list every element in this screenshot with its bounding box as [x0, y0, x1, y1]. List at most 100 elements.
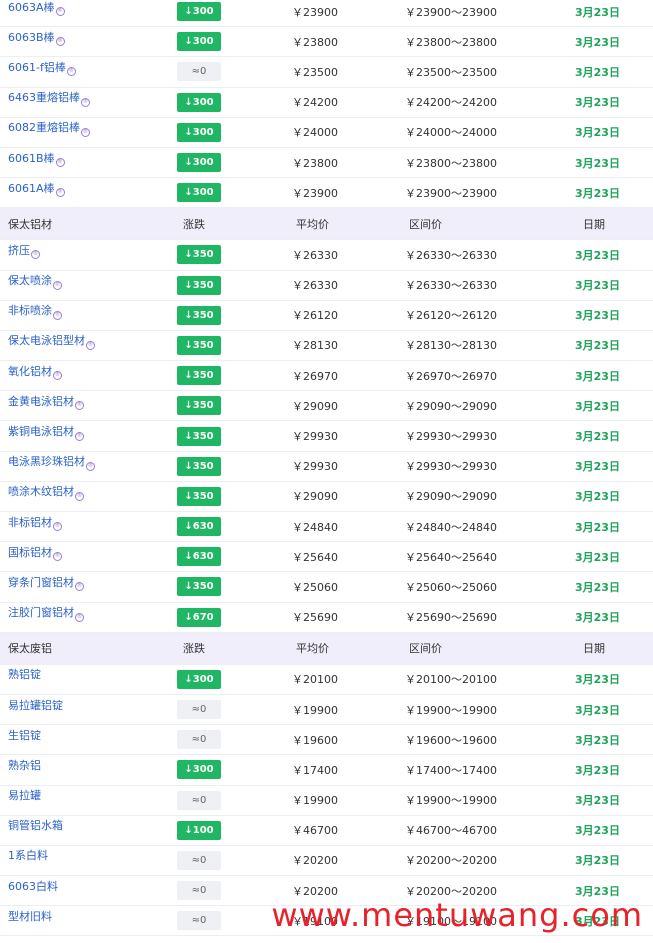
product-name-link[interactable]: 保太电泳铝型材 — [8, 332, 85, 348]
table-row[interactable]: 6463重熔铝棒 ® ↓300 ￥24200 ￥24200～24200 3月23日 — [0, 88, 653, 118]
table-row[interactable]: 紫铜电泳铝材 ® ↓350 ￥29930 ￥29930～29930 3月23日 — [0, 421, 653, 452]
price-range: ￥23900～23900 — [405, 186, 497, 200]
table-row[interactable]: 6061B棒 ® ↓300 ￥23800 ￥23800～23800 3月23日 — [0, 148, 653, 179]
product-name-link[interactable]: 易拉罐铝锭 — [8, 697, 63, 713]
registered-mark-icon: ® — [75, 582, 84, 592]
product-name-link[interactable]: 紫铜电泳铝材 — [8, 423, 74, 439]
table-row[interactable]: 6063A棒 ® ↓300 ￥23900 ￥23900～23900 3月23日 — [0, 0, 653, 28]
table-row[interactable]: 金黄电泳铝材 ® ↓350 ￥29090 ￥29090～29090 3月23日 — [0, 391, 653, 422]
product-name-link[interactable]: 铜管铝水箱 — [8, 817, 63, 833]
average-price: ￥46700 — [292, 824, 338, 838]
product-name-link[interactable]: 金黄电泳铝材 — [8, 393, 74, 409]
table-row[interactable]: 穿条门窗铝材 ® ↓350 ￥25060 ￥25060～25060 3月23日 — [0, 572, 653, 603]
change-column-header: 涨跌 — [183, 642, 205, 656]
product-name-link[interactable]: 易拉罐 — [8, 787, 41, 803]
table-row[interactable]: 熟铝锭 ↓300 ￥20100 ￥20100～20100 3月23日 — [0, 665, 653, 695]
product-name-link[interactable]: 穿条门窗铝材 — [8, 574, 74, 590]
table-row[interactable]: 注胶门窗铝材 ® ↓670 ￥25690 ￥25690～25690 3月23日 — [0, 603, 653, 633]
average-column-header: 平均价 — [296, 217, 329, 231]
product-name-link[interactable]: 6463重熔铝棒 — [8, 89, 80, 105]
change-flat-badge: ≈0 — [177, 790, 221, 810]
table-row[interactable]: 1系白料 ≈0 ￥20200 ￥20200～20200 3月23日 — [0, 846, 653, 877]
table-row[interactable]: 熟杂铝 ↓300 ￥17400 ￥17400～17400 3月23日 — [0, 755, 653, 786]
table-row[interactable]: 非标铝材 ® ↓630 ￥24840 ￥24840～24840 3月23日 — [0, 512, 653, 543]
change-down-badge: ↓350 — [177, 366, 221, 386]
change-down-badge: ↓300 — [177, 122, 221, 142]
product-name-cell: 熟杂铝 — [8, 755, 168, 784]
product-name-cell: 6063白料 — [8, 876, 168, 905]
table-row[interactable]: 6061A棒 ® ↓300 ￥23900 ￥23900～23900 3月23日 — [0, 178, 653, 209]
product-name-link[interactable]: 6061B棒 — [8, 150, 55, 166]
product-name-link[interactable]: 非标喷涂 — [8, 302, 52, 318]
registered-mark-icon: ® — [55, 7, 65, 17]
change-down-badge: ↓300 — [177, 153, 221, 173]
product-name-cell: 喷涂木纹铝材 ® — [8, 482, 168, 511]
table-row[interactable]: 保太电泳铝型材 ® ↓350 ￥28130 ￥28130～28130 3月23日 — [0, 331, 653, 362]
product-name-link[interactable]: 型材旧料 — [8, 908, 52, 924]
product-name-link[interactable]: 熟杂铝 — [8, 757, 41, 773]
product-name-link[interactable]: 生铝锭 — [8, 727, 41, 743]
product-name-cell: 非标铝材 ® — [8, 512, 168, 541]
average-price: ￥29930 — [292, 430, 338, 444]
product-name-link[interactable]: 6061-f铝棒 — [8, 59, 66, 75]
product-name-link[interactable]: 国标铝材 — [8, 544, 52, 560]
table-row[interactable]: 生铝锭 ≈0 ￥19600 ￥19600～19600 3月23日 — [0, 725, 653, 756]
table-row[interactable]: 保太喷涂 ® ↓350 ￥26330 ￥26330～26330 3月23日 — [0, 271, 653, 301]
product-name-link[interactable]: 挤压 — [8, 242, 30, 258]
product-name-cell: 金黄电泳铝材 ® — [8, 391, 168, 420]
change-cell: ↓350 — [176, 391, 222, 420]
product-name-link[interactable]: 喷涂木纹铝材 — [8, 483, 74, 499]
product-name-cell: 6061-f铝棒 ® — [8, 57, 168, 86]
registered-mark-icon: ® — [75, 491, 84, 501]
product-name-link[interactable]: 注胶门窗铝材 — [8, 604, 74, 620]
table-row[interactable]: 喷涂木纹铝材 ® ↓350 ￥29090 ￥29090～29090 3月23日 — [0, 482, 653, 512]
price-range: ￥24200～24200 — [405, 96, 497, 110]
average-price: ￥29930 — [292, 460, 338, 474]
product-name-link[interactable]: 电泳黑珍珠铝材 — [8, 453, 85, 469]
product-name-link[interactable]: 6063B棒 — [8, 29, 55, 45]
change-flat-badge: ≈0 — [177, 700, 221, 720]
table-row[interactable]: 6082重熔铝棒 ® ↓300 ￥24000 ￥24000～24000 3月23日 — [0, 118, 653, 148]
price-range: ￥25640～25640 — [405, 550, 497, 564]
average-price: ￥23800 — [292, 156, 338, 170]
product-name-link[interactable]: 6063白料 — [8, 878, 58, 894]
table-row[interactable]: 6061-f铝棒 ® ≈0 ￥23500 ￥23500～23500 3月23日 — [0, 57, 653, 88]
registered-mark-icon: ® — [86, 340, 95, 350]
date-cell: 3月23日 — [575, 703, 620, 717]
date-cell: 3月23日 — [575, 763, 620, 777]
product-name-link[interactable]: 1系白料 — [8, 847, 48, 863]
registered-mark-icon: ® — [55, 158, 65, 168]
product-name-cell: 非标喷涂 ® — [8, 301, 168, 330]
change-flat-badge: ≈0 — [177, 62, 221, 82]
product-name-link[interactable]: 6082重熔铝棒 — [8, 119, 80, 135]
table-row[interactable]: 氧化铝材 ® ↓350 ￥26970 ￥26970～26970 3月23日 — [0, 361, 653, 392]
table-row[interactable]: 易拉罐 ≈0 ￥19900 ￥19900～19900 3月23日 — [0, 786, 653, 816]
change-down-badge: ↓630 — [177, 547, 221, 567]
date-cell: 3月23日 — [575, 673, 620, 687]
product-name-link[interactable]: 非标铝材 — [8, 514, 52, 530]
table-row[interactable]: 国标铝材 ® ↓630 ￥25640 ￥25640～25640 3月23日 — [0, 542, 653, 573]
change-down-badge: ↓350 — [177, 486, 221, 506]
product-name-cell: 保太电泳铝型材 ® — [8, 331, 168, 360]
average-price: ￥24200 — [292, 96, 338, 110]
average-price: ￥29090 — [292, 399, 338, 413]
table-row[interactable]: 6063B棒 ® ↓300 ￥23800 ￥23800～23800 3月23日 — [0, 27, 653, 58]
price-range: ￥29090～29090 — [405, 399, 497, 413]
table-row[interactable]: 铜管铝水箱 ↓100 ￥46700 ￥46700～46700 3月23日 — [0, 816, 653, 846]
change-cell: ≈0 — [176, 876, 222, 905]
price-range: ￥23800～23800 — [405, 35, 497, 49]
registered-mark-icon: ® — [53, 280, 62, 290]
product-name-link[interactable]: 保太喷涂 — [8, 272, 52, 288]
table-row[interactable]: 电泳黑珍珠铝材 ® ↓350 ￥29930 ￥29930～29930 3月23日 — [0, 452, 653, 482]
registered-mark-icon: ® — [75, 612, 84, 622]
price-range: ￥23800～23800 — [405, 156, 497, 170]
product-name-link[interactable]: 6063A棒 — [8, 0, 55, 15]
change-down-badge: ↓100 — [177, 820, 221, 840]
product-name-link[interactable]: 氧化铝材 — [8, 363, 52, 379]
table-row[interactable]: 非标喷涂 ® ↓350 ￥26120 ￥26120～26120 3月23日 — [0, 301, 653, 331]
price-range: ￥24000～24000 — [405, 126, 497, 140]
table-row[interactable]: 挤压 ® ↓350 ￥26330 ￥26330～26330 3月23日 — [0, 240, 653, 271]
product-name-link[interactable]: 熟铝锭 — [8, 666, 41, 682]
product-name-link[interactable]: 6061A棒 — [8, 180, 55, 196]
table-row[interactable]: 易拉罐铝锭 ≈0 ￥19900 ￥19900～19900 3月23日 — [0, 695, 653, 726]
